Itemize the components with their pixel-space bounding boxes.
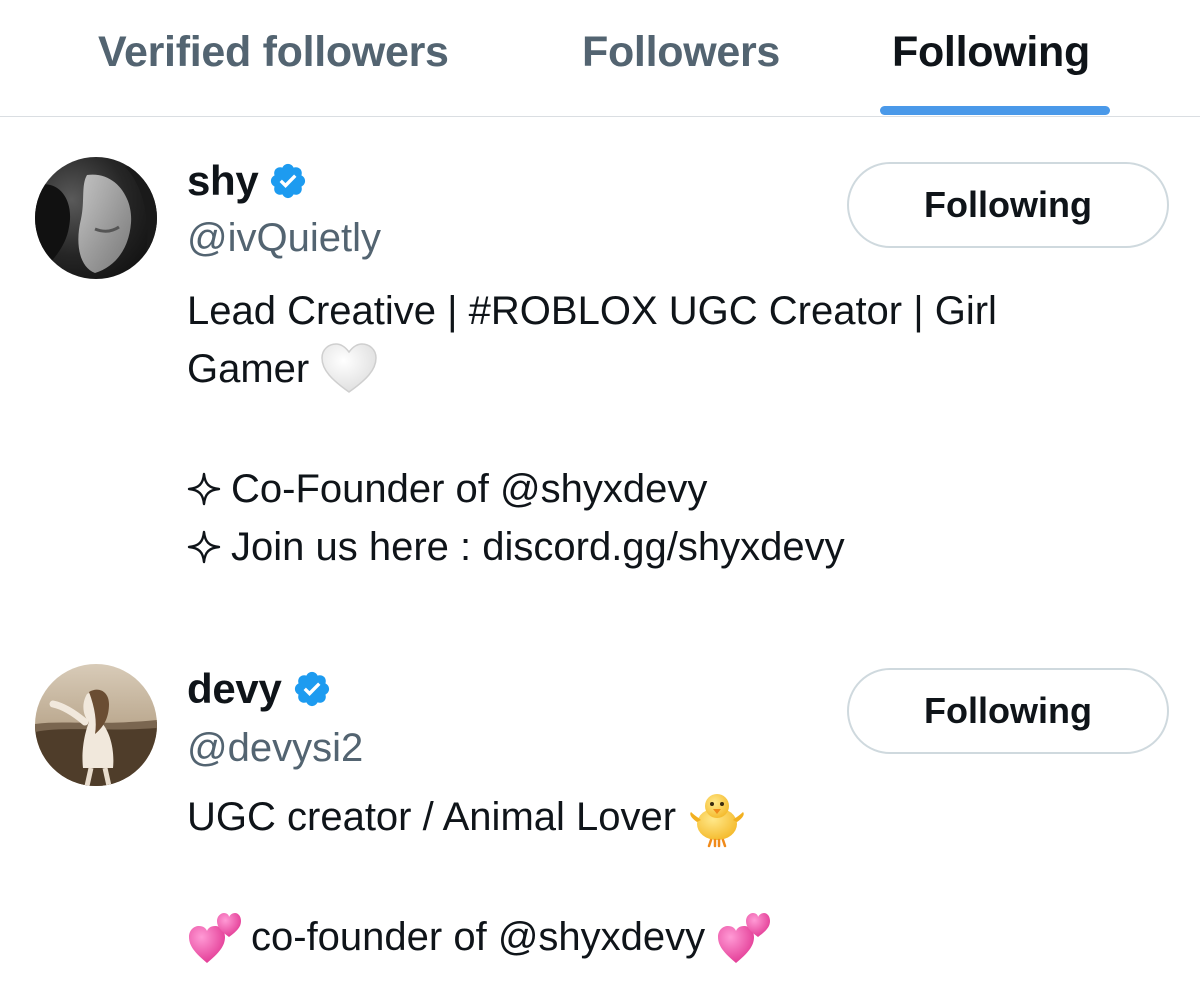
user-handle[interactable]: @ivQuietly xyxy=(187,214,381,262)
bio-text: co-founder of @shyxdevy xyxy=(251,915,706,959)
two-hearts-icon xyxy=(187,909,251,969)
display-name[interactable]: shy xyxy=(187,156,259,206)
active-tab-indicator xyxy=(880,106,1110,115)
bio-text: Join us here : discord.gg/shyxdevy xyxy=(231,525,845,569)
tab-bar: Verified followers Followers Following xyxy=(0,0,1200,117)
two-hearts-icon xyxy=(716,909,772,969)
four-point-sparkle-icon xyxy=(187,522,221,564)
user-cell-shy[interactable]: shy @ivQuietly Following Lead Creative |… xyxy=(0,116,1200,610)
bio-text: UGC creator / Animal Lover xyxy=(187,795,677,839)
bio-line: Co-Founder of @shyxdevy xyxy=(187,460,1147,518)
baby-chick-icon xyxy=(687,788,747,850)
avatar-devy[interactable] xyxy=(35,664,157,786)
four-point-sparkle-icon xyxy=(187,464,221,506)
tab-verified-followers[interactable]: Verified followers xyxy=(98,26,449,78)
verified-badge-icon xyxy=(268,161,308,201)
following-button[interactable]: Following xyxy=(847,668,1169,754)
white-heart-icon xyxy=(320,342,378,400)
tab-followers[interactable]: Followers xyxy=(582,26,780,78)
verified-badge-icon xyxy=(292,669,332,709)
bio-spacer xyxy=(187,846,1147,908)
name-row: shy xyxy=(187,156,308,206)
display-name[interactable]: devy xyxy=(187,664,282,714)
bio-line: UGC creator / Animal Lover xyxy=(187,788,1147,848)
following-button[interactable]: Following xyxy=(847,162,1169,248)
bio-text: Gamer xyxy=(187,347,310,391)
bio-spacer xyxy=(187,398,1147,460)
user-cell-devy[interactable]: devy @devysi2 Following UGC creator / An… xyxy=(0,620,1200,1006)
name-row: devy xyxy=(187,664,332,714)
user-handle[interactable]: @devysi2 xyxy=(187,724,363,772)
bio-text: Co-Founder of @shyxdevy xyxy=(231,467,708,511)
user-bio: Lead Creative | #ROBLOX UGC Creator | Gi… xyxy=(187,282,1147,576)
bio-line: Gamer xyxy=(187,340,1147,398)
bio-line: Lead Creative | #ROBLOX UGC Creator | Gi… xyxy=(187,289,997,333)
tab-following[interactable]: Following xyxy=(892,26,1090,78)
bio-line: Join us here : discord.gg/shyxdevy xyxy=(187,518,1147,576)
avatar-shy[interactable] xyxy=(35,157,157,279)
bio-line: co-founder of @shyxdevy xyxy=(187,908,1147,966)
user-bio: UGC creator / Animal Lover co-founder of… xyxy=(187,788,1147,966)
